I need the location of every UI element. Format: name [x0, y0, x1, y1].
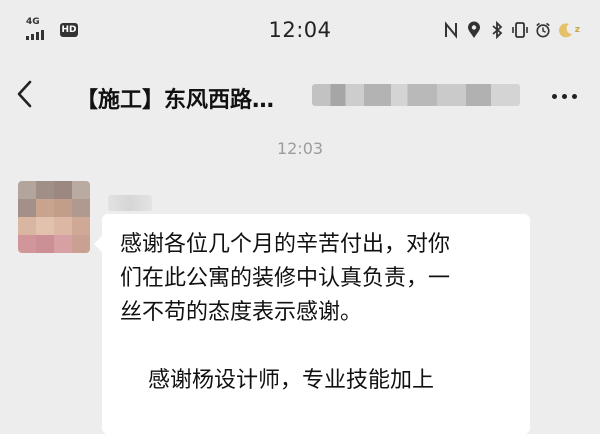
battery-icon: z [558, 22, 580, 38]
nfc-icon [443, 20, 459, 40]
message-line: 感谢杨设计师，专业技能加上 [120, 368, 434, 393]
more-button[interactable] [544, 78, 584, 114]
location-icon [466, 20, 482, 40]
message-line: 们在此公寓的装修中认真负责，一 [120, 266, 451, 291]
chevron-left-icon [17, 80, 32, 108]
bluetooth-icon [489, 20, 505, 40]
message-timestamp: 12:03 [276, 139, 324, 158]
chat-header: 【施工】东风西路… [0, 64, 600, 128]
title-redacted [312, 84, 520, 106]
avatar[interactable] [18, 181, 90, 253]
status-right: z [443, 20, 580, 40]
alarm-icon [535, 20, 551, 40]
battery-label: z [574, 25, 580, 35]
message-line: 丝不苟的态度表示感谢。 [120, 300, 363, 325]
status-bar: 4G HD 12:04 z [0, 0, 600, 64]
message-bubble[interactable]: 感谢各位几个月的辛苦付出，对你 们在此公寓的装修中认真负责，一 丝不苟的态度表示… [94, 214, 530, 434]
message-line: 感谢各位几个月的辛苦付出，对你 [120, 232, 451, 257]
vibrate-icon [511, 20, 528, 40]
more-icon [551, 93, 557, 99]
sender-name-redacted [108, 195, 152, 211]
back-button[interactable] [6, 76, 42, 112]
chat-title: 【施工】东风西路… [76, 88, 275, 113]
